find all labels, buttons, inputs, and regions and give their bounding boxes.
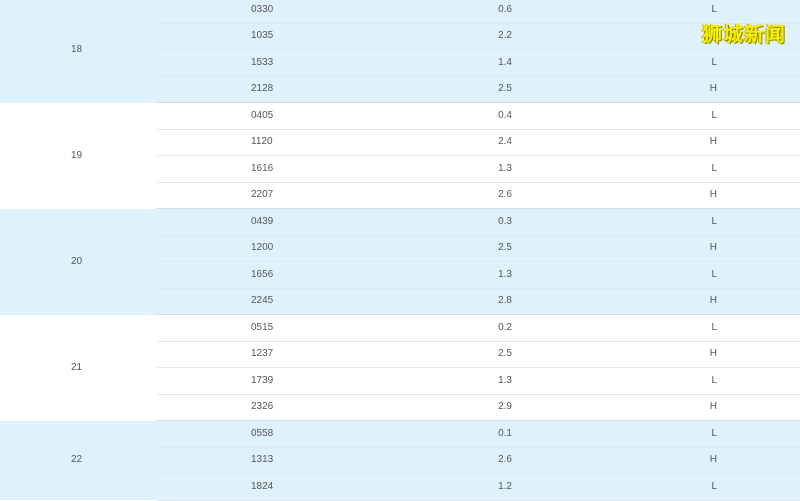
- height-cell: 1.3: [417, 155, 612, 183]
- time-cell: 1120: [157, 129, 417, 156]
- time-cell: 1533: [157, 49, 417, 77]
- height-cell: 2.6: [417, 182, 612, 209]
- tide-table: 18 0330 0.6 L 1035 2.2 H 1533 1.4 L 2128…: [0, 0, 800, 501]
- tide-type-cell: L: [612, 49, 800, 77]
- day-cell: 21: [0, 314, 157, 421]
- watermark-logo: 狮城新闻: [702, 22, 786, 46]
- time-cell: 1035: [157, 23, 417, 50]
- height-cell: 0.1: [417, 420, 612, 448]
- day-cell: 20: [0, 208, 157, 315]
- tide-type-cell: L: [612, 102, 800, 130]
- time-cell: 2326: [157, 394, 417, 421]
- height-cell: 2.5: [417, 341, 612, 368]
- time-cell: 1656: [157, 261, 417, 289]
- table-row: 18 0330 0.6 L: [0, 0, 800, 103]
- time-cell: 2245: [157, 288, 417, 315]
- tide-type-cell: H: [612, 447, 800, 474]
- tide-type-cell: H: [612, 76, 800, 103]
- height-cell: 0.4: [417, 102, 612, 130]
- height-cell: 2.5: [417, 235, 612, 262]
- time-cell: 0515: [157, 314, 417, 342]
- tide-type-cell: H: [612, 288, 800, 315]
- height-cell: 1.4: [417, 49, 612, 77]
- tide-type-cell: L: [612, 420, 800, 448]
- time-cell: 2207: [157, 182, 417, 209]
- tide-type-cell: L: [612, 367, 800, 395]
- time-cell: 0558: [157, 420, 417, 448]
- time-cell: 0330: [157, 0, 417, 24]
- height-cell: 2.9: [417, 394, 612, 421]
- time-cell: 1824: [157, 473, 417, 501]
- tide-type-cell: L: [612, 155, 800, 183]
- day-cell: 19: [0, 102, 157, 209]
- day-cell: 22: [0, 420, 157, 500]
- height-cell: 1.2: [417, 473, 612, 501]
- time-cell: 1200: [157, 235, 417, 262]
- tide-type-cell: L: [612, 314, 800, 342]
- height-cell: 2.4: [417, 129, 612, 156]
- day-cell: 18: [0, 0, 157, 103]
- height-cell: 0.3: [417, 208, 612, 236]
- height-cell: 2.8: [417, 288, 612, 315]
- height-cell: 0.6: [417, 0, 612, 24]
- table-row: 19 0405 0.4 L: [0, 102, 800, 209]
- time-cell: 0439: [157, 208, 417, 236]
- height-cell: 0.2: [417, 314, 612, 342]
- table-row: 20 0439 0.3 L: [0, 208, 800, 315]
- tide-type-cell: L: [612, 208, 800, 236]
- time-cell: 2128: [157, 76, 417, 103]
- tide-type-cell: H: [612, 394, 800, 421]
- height-cell: 2.5: [417, 76, 612, 103]
- tide-type-cell: H: [612, 182, 800, 209]
- height-cell: 1.3: [417, 261, 612, 289]
- time-cell: 1616: [157, 155, 417, 183]
- table-row: 22 0558 0.1 L: [0, 420, 800, 500]
- tide-type-cell: H: [612, 129, 800, 156]
- time-cell: 1313: [157, 447, 417, 474]
- height-cell: 1.3: [417, 367, 612, 395]
- time-cell: 0405: [157, 102, 417, 130]
- table-row: 21 0515 0.2 L: [0, 314, 800, 421]
- time-cell: 1237: [157, 341, 417, 368]
- height-cell: 2.2: [417, 23, 612, 50]
- tide-type-cell: H: [612, 341, 800, 368]
- time-cell: 1739: [157, 367, 417, 395]
- height-cell: 2.6: [417, 447, 612, 474]
- tide-type-cell: H: [612, 235, 800, 262]
- tide-type-cell: L: [612, 473, 800, 501]
- tide-type-cell: L: [612, 261, 800, 289]
